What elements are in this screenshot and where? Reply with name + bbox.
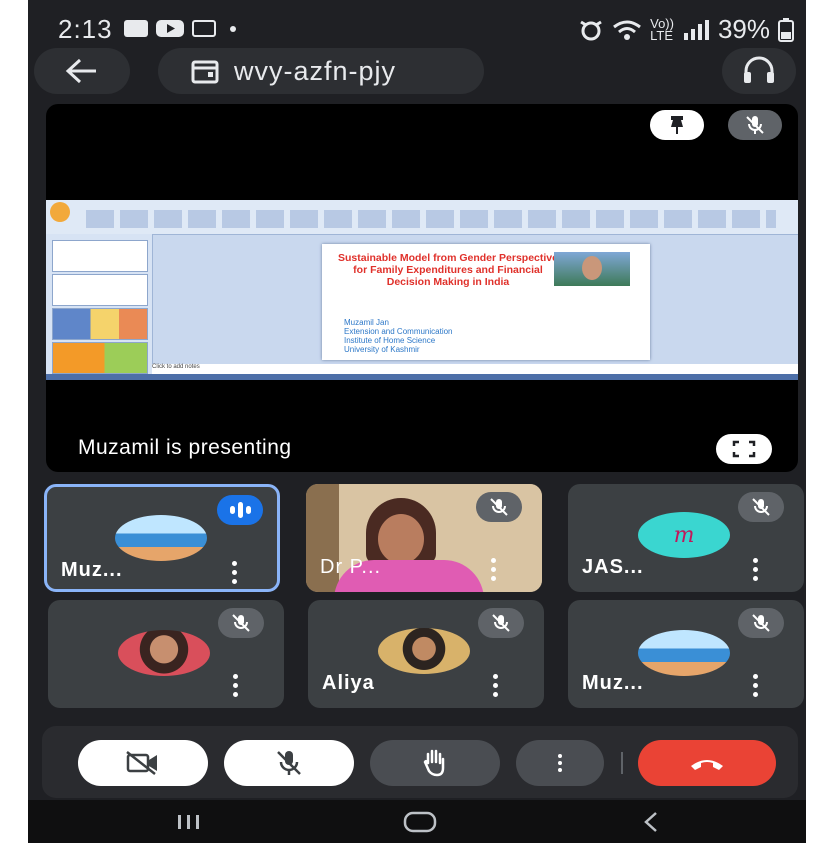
speaking-indicator-icon [217, 495, 263, 525]
mic-toggle-button[interactable] [224, 740, 354, 786]
more-options-icon[interactable] [231, 561, 237, 584]
android-nav-bar [28, 800, 806, 843]
participant-name: Aliya [322, 672, 375, 694]
meeting-code: wvy-azfn-pjy [234, 55, 397, 86]
slide-thumb [52, 240, 148, 272]
slide-thumb [52, 342, 148, 374]
slide-notes: Click to add notes [152, 364, 798, 374]
avatar [118, 630, 210, 676]
notification-dot-icon [230, 26, 236, 32]
slide-dept: Extension and Communication [344, 327, 453, 336]
meeting-info-button[interactable]: wvy-azfn-pjy [158, 48, 484, 94]
signal-icon [683, 19, 709, 40]
office-button-icon [50, 202, 70, 222]
participant-tile-2[interactable]: Dr P... [306, 484, 542, 592]
avatar: m [638, 512, 730, 558]
mic-off-icon [490, 498, 508, 516]
more-options-button[interactable] [516, 740, 604, 786]
network-sub-label: LTE [650, 27, 673, 43]
wifi-icon [613, 20, 642, 40]
ppt-ribbon [46, 200, 798, 235]
back-button[interactable] [34, 48, 130, 94]
participant-tile-1[interactable]: Muz... [44, 484, 280, 592]
more-options-icon[interactable] [490, 558, 496, 581]
participant-name: Dr P... [320, 556, 382, 578]
presentation-stage[interactable]: Sustainable Model from Gender Perspectiv… [46, 104, 798, 472]
mic-off-icon [232, 614, 250, 632]
presenting-caption: Muzamil is presenting [78, 436, 292, 459]
ppt-status-bar [46, 374, 798, 380]
status-right: Vo)) LTE 39% [578, 14, 794, 45]
more-options-icon[interactable] [752, 558, 758, 581]
mic-muted-badge [478, 608, 524, 638]
status-time: 2:13 [58, 14, 113, 44]
mic-off-icon [752, 614, 770, 632]
camera-toggle-button[interactable] [78, 740, 208, 786]
recent-apps-icon[interactable] [174, 812, 204, 832]
mic-off-icon [746, 116, 764, 134]
voicemail-icon [192, 20, 216, 37]
avatar [638, 630, 730, 676]
calendar-icon [191, 60, 219, 84]
participant-tile-6[interactable]: Muz... [568, 600, 804, 708]
fullscreen-icon [732, 440, 756, 458]
slide-thumbnails [46, 234, 153, 380]
slide-author-block: Muzamil Jan Extension and Communication … [344, 318, 453, 354]
slide-university: University of Kashmir [344, 345, 420, 354]
photo-face [582, 256, 602, 280]
mic-off-icon [277, 751, 301, 775]
mic-muted-badge [476, 492, 522, 522]
video-off-icon [126, 751, 157, 775]
end-call-button[interactable] [638, 740, 776, 786]
more-vert-icon [557, 754, 563, 772]
shared-screen: Sustainable Model from Gender Perspectiv… [46, 200, 798, 380]
participant-tile-3[interactable]: m JAS... [568, 484, 804, 592]
audio-output-button[interactable] [722, 48, 796, 94]
participant-tile-5[interactable]: Aliya [308, 600, 544, 708]
slide-thumb [52, 274, 148, 306]
mic-muted-badge [738, 492, 784, 522]
avatar [115, 515, 207, 561]
mic-off-icon [752, 498, 770, 516]
participant-name: JAS... [582, 556, 644, 578]
home-icon[interactable] [402, 810, 438, 834]
alarm-icon [580, 20, 602, 40]
avatar-letter: m [673, 522, 695, 548]
battery-icon [778, 17, 794, 42]
raise-hand-button[interactable] [370, 740, 500, 786]
more-options-icon[interactable] [232, 674, 238, 697]
pin-icon [671, 116, 683, 134]
mic-off-icon [492, 614, 510, 632]
slide-institute: Institute of Home Science [344, 336, 436, 345]
youtube-icon [156, 20, 184, 37]
participant-tile-4[interactable] [48, 600, 284, 708]
more-options-icon[interactable] [492, 674, 498, 697]
control-divider [621, 752, 623, 774]
end-call-icon [691, 760, 723, 770]
gallery-icon [124, 20, 148, 37]
participant-name: Muz... [61, 559, 123, 581]
network-type: Vo)) LTE [650, 17, 674, 43]
fullscreen-button[interactable] [716, 434, 772, 464]
slide-thumb [52, 308, 148, 340]
hand-icon [423, 749, 445, 777]
presenter-photo [554, 252, 630, 286]
ribbon-groups [86, 210, 776, 228]
slide-title: Sustainable Model from Gender Perspectiv… [338, 252, 558, 288]
pin-button[interactable] [650, 110, 704, 140]
participant-name: Muz... [582, 672, 644, 694]
headphones-icon [744, 56, 774, 83]
mic-muted-badge [738, 608, 784, 638]
current-slide: Sustainable Model from Gender Perspectiv… [322, 244, 650, 360]
back-arrow-icon [65, 58, 96, 84]
back-nav-icon[interactable] [640, 810, 664, 834]
avatar [378, 628, 470, 674]
battery-percent: 39% [717, 14, 770, 44]
more-options-icon[interactable] [752, 674, 758, 697]
meet-app: 2:13 Vo)) LTE 39% wvy-azfn-pjy Sustainab… [28, 0, 806, 843]
presenter-mic-muted [728, 110, 782, 140]
mic-muted-badge [218, 608, 264, 638]
slide-author: Muzamil Jan [344, 318, 389, 327]
video-person-face [378, 514, 424, 564]
